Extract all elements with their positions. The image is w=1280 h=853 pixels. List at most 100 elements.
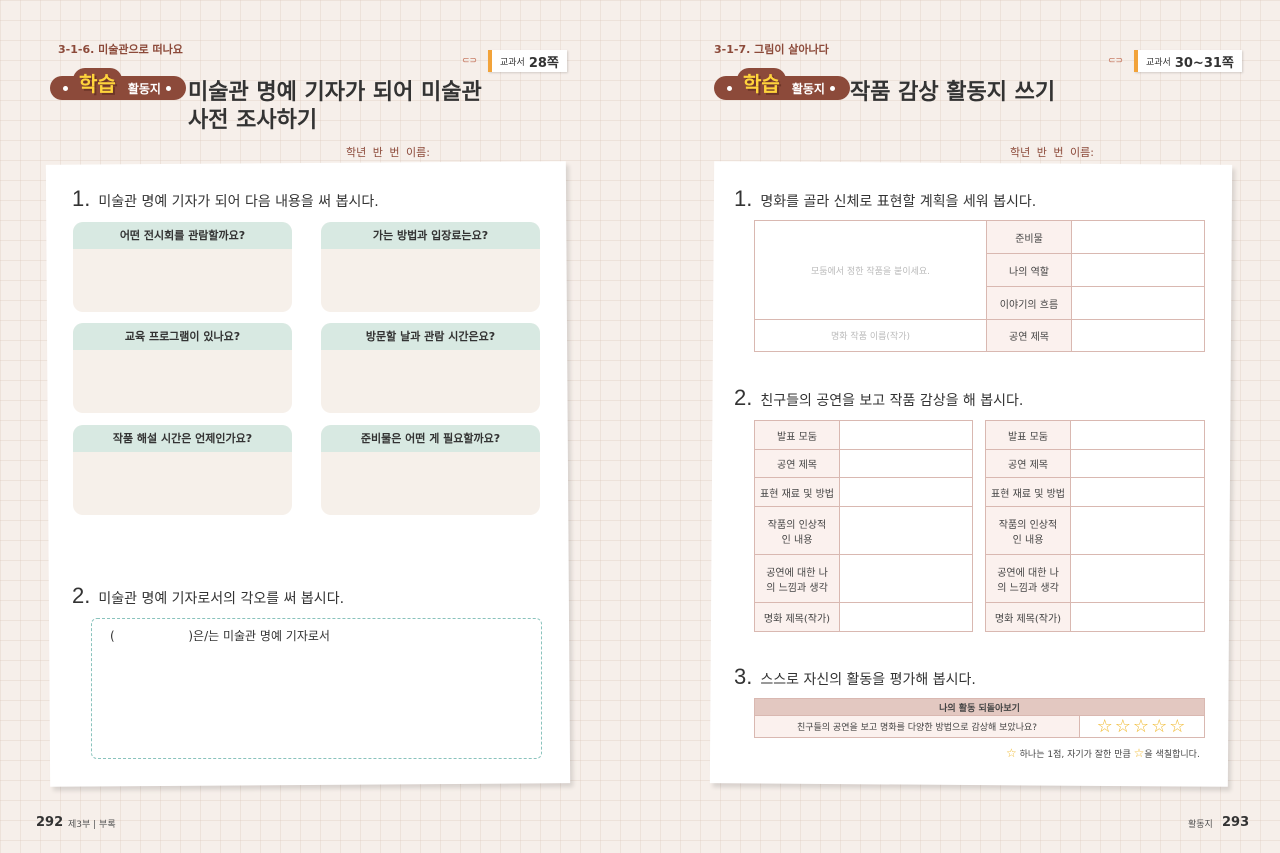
row-label: 명화 제목(작가) <box>754 602 840 632</box>
note-text-a: 하나는 1점, 자기가 잘한 만큼 <box>1019 750 1131 760</box>
star-icon: ☆ <box>1133 746 1145 760</box>
card-heading: 작품 해설 시간은 언제인가요? <box>73 425 292 452</box>
card-heading: 준비물은 어떤 게 필요할까요? <box>321 425 540 452</box>
row-label: 작품의 인상적인 내용 <box>985 506 1071 555</box>
input-cell[interactable] <box>839 449 973 478</box>
badge-small-text: 활동지 <box>127 81 161 96</box>
input-cell[interactable] <box>1070 420 1205 450</box>
row-label: 명화 제목(작가) <box>985 602 1071 632</box>
textbook-page-tag: 교과서 30~31쪽 <box>1134 50 1242 72</box>
left-page: 3-1-6. 미술관으로 떠나요 학습 활동지 미술관 명예 기자가 되어 미술… <box>0 0 640 853</box>
page-number: 292 <box>36 815 64 830</box>
activity-badge: 학습 활동지 <box>50 67 186 106</box>
input-cell[interactable] <box>1070 602 1205 632</box>
input-cell[interactable] <box>1071 286 1205 320</box>
question-text: 미술관 명예 기자가 되어 다음 내용을 써 봅시다. <box>98 194 379 210</box>
badge-big-text: 학습 <box>73 67 122 97</box>
question-2: 2. 미술관 명예 기자로서의 각오를 써 봅시다. <box>72 583 344 609</box>
question-text: 친구들의 공연을 보고 작품 감상을 해 봅시다. <box>760 393 1024 409</box>
row-label: 준비물 <box>986 220 1072 254</box>
card-education[interactable]: 교육 프로그램이 있나요? <box>73 323 292 413</box>
question-3: 3. 스스로 자신의 활동을 평가해 봅시다. <box>734 664 976 690</box>
question-2: 2. 친구들의 공연을 보고 작품 감상을 해 봅시다. <box>734 385 1023 411</box>
input-cell[interactable] <box>1070 554 1205 603</box>
input-cell[interactable] <box>1070 506 1205 555</box>
artwork-title-slot[interactable]: 명화 작품 이름(작가) <box>754 319 987 352</box>
input-cell[interactable] <box>1071 319 1205 352</box>
input-cell[interactable] <box>839 602 973 632</box>
resolution-prompt: )은/는 미술관 명예 기자로서 <box>188 629 330 643</box>
textbook-label: 교과서 <box>500 57 525 68</box>
badge-big-text: 학습 <box>737 67 786 97</box>
question-text: 명화를 골라 신체로 표현할 계획을 세워 봅시다. <box>760 194 1037 210</box>
question-text: 스스로 자신의 활동을 평가해 봅시다. <box>760 672 976 688</box>
card-visit-time[interactable]: 방문할 날과 관람 시간은요? <box>321 323 540 413</box>
blank-open: ( <box>110 629 115 643</box>
input-cell[interactable] <box>839 554 973 603</box>
rating-note: ☆ 하나는 1점, 자기가 잘한 만큼 ☆을 색칠합니다. <box>1006 746 1200 760</box>
page-title: 미술관 명예 기자가 되어 미술관 사전 조사하기 <box>188 80 482 133</box>
section-number: 3-1-6. 미술관으로 떠나요 <box>58 43 183 56</box>
card-heading: 교육 프로그램이 있나요? <box>73 323 292 350</box>
page-title: 작품 감상 활동지 쓰기 <box>850 80 1056 105</box>
card-directions[interactable]: 가는 방법과 입장료는요? <box>321 222 540 312</box>
card-heading: 가는 방법과 입장료는요? <box>321 222 540 249</box>
star-rating[interactable]: ☆☆☆☆☆ <box>1079 715 1205 738</box>
input-cell[interactable] <box>839 477 973 507</box>
resolution-writing-box[interactable]: ( )은/는 미술관 명예 기자로서 <box>91 618 542 759</box>
row-label: 발표 모둠 <box>754 420 840 450</box>
appreciation-table-2: 발표 모둠 공연 제목 표현 재료 및 방법 작품의 인상적인 내용 공연에 대… <box>985 420 1205 632</box>
badge-small-text: 활동지 <box>791 81 825 96</box>
question-number: 2. <box>72 583 91 608</box>
question-1: 1. 명화를 골라 신체로 표현할 계획을 세워 봅시다. <box>734 186 1036 212</box>
note-text-b: 을 색칠합니다. <box>1144 750 1200 760</box>
name-line: 학년 반 번 이름: <box>1010 146 1094 159</box>
textbook-page: 28쪽 <box>528 55 559 71</box>
footer-text: 활동지 <box>1188 820 1213 830</box>
plan-table: 모둠에서 정한 작품을 붙이세요. 준비물 나의 역할 이야기의 흐름 명화 작… <box>754 220 1205 352</box>
card-supplies[interactable]: 준비물은 어떤 게 필요할까요? <box>321 425 540 515</box>
row-label: 공연 제목 <box>986 319 1072 352</box>
row-label: 이야기의 흐름 <box>986 286 1072 320</box>
row-label: 공연에 대한 나의 느낌과 생각 <box>985 554 1071 603</box>
star-icon: ☆ <box>1006 746 1017 760</box>
input-cell[interactable] <box>839 420 973 450</box>
input-cell[interactable] <box>1071 253 1205 287</box>
footer-text: 제3부 | 부록 <box>68 820 116 830</box>
question-number: 1. <box>734 186 753 211</box>
card-docent[interactable]: 작품 해설 시간은 언제인가요? <box>73 425 292 515</box>
input-cell[interactable] <box>1071 220 1205 254</box>
question-1: 1. 미술관 명예 기자가 되어 다음 내용을 써 봅시다. <box>72 186 379 212</box>
textbook-label: 교과서 <box>1146 57 1171 68</box>
row-label: 공연 제목 <box>985 449 1071 478</box>
question-number: 3. <box>734 664 753 689</box>
paperclip-icon: ⊂⊃ <box>1108 56 1124 66</box>
artwork-image-slot[interactable]: 모둠에서 정한 작품을 붙이세요. <box>754 220 987 320</box>
card-heading: 어떤 전시회를 관람할까요? <box>73 222 292 249</box>
appreciation-table-1: 발표 모둠 공연 제목 표현 재료 및 방법 작품의 인상적인 내용 공연에 대… <box>754 420 973 632</box>
question-text: 미술관 명예 기자로서의 각오를 써 봅시다. <box>98 591 345 607</box>
card-heading: 방문할 날과 관람 시간은요? <box>321 323 540 350</box>
input-cell[interactable] <box>1070 477 1205 507</box>
card-exhibition[interactable]: 어떤 전시회를 관람할까요? <box>73 222 292 312</box>
section-number: 3-1-7. 그림이 살아나다 <box>714 43 829 56</box>
input-cell[interactable] <box>839 506 973 555</box>
paperclip-icon: ⊂⊃ <box>462 56 478 66</box>
input-cell[interactable] <box>1070 449 1205 478</box>
activity-badge: 학습 활동지 <box>714 67 850 106</box>
textbook-page: 30~31쪽 <box>1174 55 1234 71</box>
page-number: 293 <box>1222 815 1250 830</box>
row-label: 표현 재료 및 방법 <box>985 477 1071 507</box>
star-icon[interactable]: ☆☆☆☆☆ <box>1097 716 1188 737</box>
question-number: 1. <box>72 186 91 211</box>
row-label: 작품의 인상적인 내용 <box>754 506 840 555</box>
textbook-page-tag: 교과서 28쪽 <box>488 50 567 72</box>
row-label: 발표 모둠 <box>985 420 1071 450</box>
question-number: 2. <box>734 385 753 410</box>
evaluation-header: 나의 활동 되돌아보기 <box>754 698 1205 716</box>
row-label: 표현 재료 및 방법 <box>754 477 840 507</box>
evaluation-question: 친구들의 공연을 보고 명화를 다양한 방법으로 감상해 보았나요? <box>754 715 1080 738</box>
row-label: 공연에 대한 나의 느낌과 생각 <box>754 554 840 603</box>
self-evaluation-table: 나의 활동 되돌아보기 친구들의 공연을 보고 명화를 다양한 방법으로 감상해… <box>754 698 1205 738</box>
name-line: 학년 반 번 이름: <box>346 146 430 159</box>
